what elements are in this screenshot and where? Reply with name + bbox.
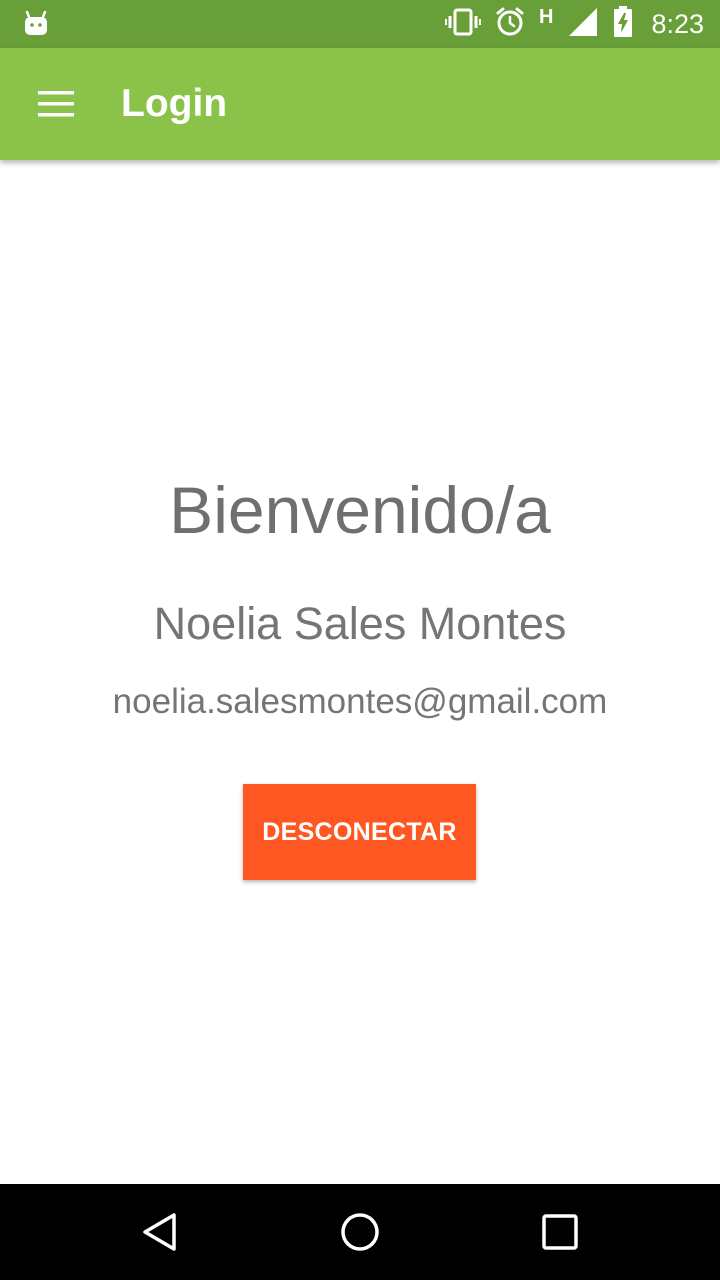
recents-icon[interactable] bbox=[530, 1204, 590, 1260]
android-icon bbox=[24, 10, 48, 41]
status-time: 8:23 bbox=[651, 8, 704, 39]
user-name: Noelia Sales Montes bbox=[153, 598, 567, 649]
main-content: Bienvenido/a Noelia Sales Montes noelia.… bbox=[0, 160, 720, 1184]
battery-charging-icon bbox=[613, 5, 633, 43]
user-email: noelia.salesmontes@gmail.com bbox=[112, 682, 608, 721]
signal-icon bbox=[567, 7, 599, 42]
network-type-label: H bbox=[538, 5, 554, 28]
alarm-icon bbox=[495, 7, 525, 42]
back-icon[interactable] bbox=[130, 1204, 190, 1260]
logout-button[interactable]: DESCONECTAR bbox=[243, 784, 476, 880]
app-title: Login bbox=[121, 82, 228, 125]
app-bar: Login bbox=[0, 48, 720, 160]
home-icon[interactable] bbox=[330, 1204, 390, 1260]
welcome-heading: Bienvenido/a bbox=[169, 473, 551, 547]
vibrate-icon bbox=[444, 8, 481, 41]
status-bar: H 8:23 bbox=[0, 0, 720, 48]
hamburger-menu-icon[interactable] bbox=[28, 78, 84, 130]
navigation-bar bbox=[0, 1184, 720, 1280]
